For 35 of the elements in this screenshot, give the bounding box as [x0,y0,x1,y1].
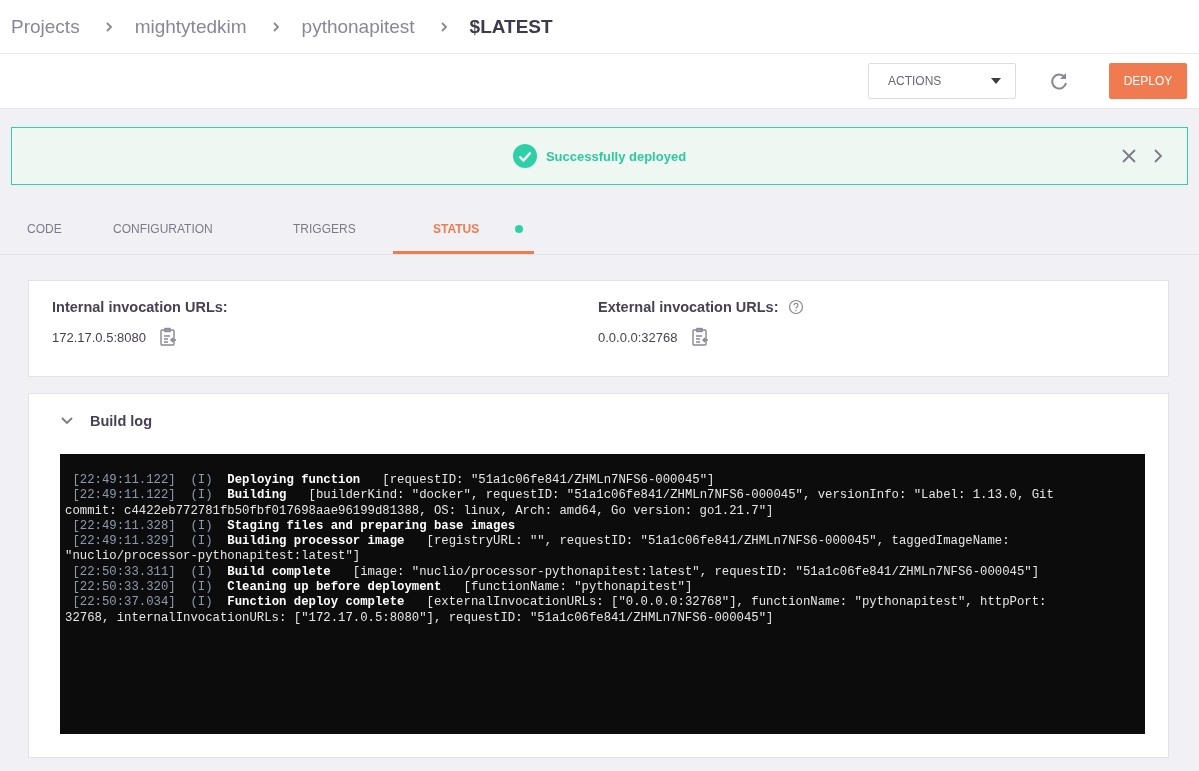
clipboard-icon[interactable] [158,327,178,347]
log-entry: [22:50:33.320] (I) Cleaning up before deployment [functionName: "pythonapitest"] [71,580,694,596]
actions-dropdown[interactable]: ACTIONS [868,63,1016,99]
refresh-icon[interactable] [1049,71,1069,91]
log-entry: [22:49:11.122] (I) Deploying function [requestID: "51a1c06fe841/ZHMLn7NFS6-000045"] [71,473,716,489]
url-text: 172.17.0.5:8080 [52,329,146,345]
clipboard-icon[interactable] [689,327,710,347]
tab[interactable]: STATUS [393,203,534,254]
section-title: External invocation URLs: [598,299,779,315]
caret-icon [991,78,1001,84]
log-entry: [22:49:11.328] (I) Staging files and preparing base images [71,518,517,535]
close-icon[interactable] [1121,148,1137,164]
tab[interactable]: TRIGGERS [293,203,393,254]
url-text: 0.0.0.0:32768 [598,329,678,345]
breadcrumb-item[interactable]: Projects [11,15,80,38]
help-icon[interactable] [788,299,805,315]
chevron-right-icon [103,19,114,34]
build-log-title: Build log [90,413,152,429]
log-entry: [22:50:33.311] (I) Build complete [image: "nuclio/processor-pythonapitest:latest", requestID: "51a1c06fe841/ZHMLn7NFS6-000045"] [71,564,1041,581]
breadcrumb-item[interactable]: pythonapitest [301,15,415,38]
log-entry: [22:49:11.122] (I) Building [builderKind: "docker", requestID: "51a1c06fe841/ZHMLn7NFS6-000045", versionInfo: "Label: 1.13.0, Git commit: c4422eb772781fb50fbf017698aae96199d81388, OS: linux, Arch: amd64, Go version: go1.21.7"] [65,488,1055,519]
check-circle-icon [512,144,537,168]
chevron-right-icon[interactable] [1153,148,1163,164]
chevron-right-icon [270,19,281,34]
chevron-icon[interactable] [60,416,74,426]
section-title: Internal invocation URLs: [52,299,228,315]
breadcrumb-item: $LATEST [469,15,553,38]
deploy-button[interactable]: DEPLOY [1109,63,1187,99]
chevron-right-icon [438,19,449,34]
tab[interactable]: CONFIGURATION [113,203,293,254]
log-entry: [22:50:37.034] (I) Function deploy complete [externalInvocationURLs: ["0.0.0.0:32768"], functionName: "pythonapitest", httpPort: 32768, internalInvocationURLs: ["172.17.0.5:8080"], requestID: "51a1c06fe841/ZHMLn7NFS6-000045"] [65,595,1048,626]
breadcrumb-item[interactable]: mightytedkim [134,15,247,38]
success-message: Successfully deployed [545,148,687,164]
tab[interactable]: CODE [0,203,113,254]
log-entry: [22:49:11.329] (I) Building processor image [registryURL: "", requestID: "51a1c06fe841/ZHMLn7NFS6-000045", taggedImageName: "nuclio/processor-pythonapitest:latest"] [65,534,1011,565]
